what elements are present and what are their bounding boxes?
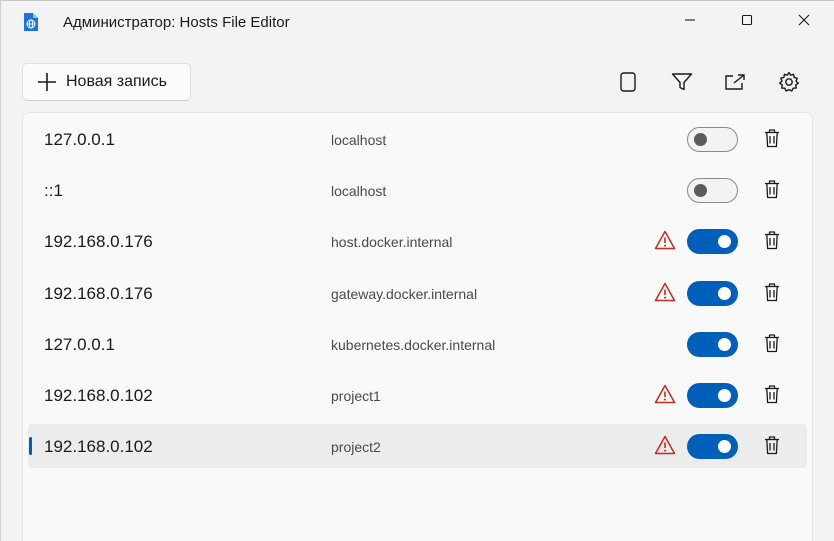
toggle-knob xyxy=(718,235,731,249)
entry-hosts: project2 xyxy=(331,439,381,456)
warning-icon[interactable] xyxy=(654,230,676,250)
trash-icon xyxy=(765,129,779,148)
minimize-button[interactable] xyxy=(667,0,713,40)
trash-icon xyxy=(765,436,779,455)
app-window: Администратор: Hosts File Editor Новая з… xyxy=(0,0,834,541)
filter-icon xyxy=(671,73,693,91)
open-external-icon xyxy=(725,74,745,90)
new-entry-label: Новая запись xyxy=(66,73,167,90)
entry-row[interactable]: ::1 localhost xyxy=(28,168,807,212)
entry-row[interactable]: 192.168.0.102 project2 xyxy=(28,424,807,469)
delete-entry-button[interactable] xyxy=(761,331,783,355)
entry-ip: ::1 xyxy=(44,181,63,201)
entry-enabled-toggle[interactable] xyxy=(687,331,738,357)
toggle-knob xyxy=(718,286,731,300)
entry-hosts: gateway.docker.internal xyxy=(331,285,478,302)
delete-entry-button[interactable] xyxy=(761,126,783,150)
trash-icon xyxy=(765,282,779,301)
entry-hosts: kubernetes.docker.internal xyxy=(331,336,496,353)
trash-icon xyxy=(765,334,779,352)
entry-ip: 192.168.0.176 xyxy=(44,283,153,303)
trash-icon xyxy=(765,231,779,250)
settings-gear-icon xyxy=(779,71,799,92)
warning-icon[interactable] xyxy=(654,435,676,455)
warning-icon[interactable] xyxy=(654,384,676,404)
toggle-knob xyxy=(694,184,707,198)
warning-icon[interactable] xyxy=(654,282,676,302)
additional-lines-button[interactable] xyxy=(612,66,644,98)
entry-hosts: localhost xyxy=(331,132,387,148)
maximize-icon xyxy=(741,14,753,26)
entry-enabled-toggle[interactable] xyxy=(687,434,738,460)
document-icon xyxy=(620,72,636,92)
entry-hosts: project1 xyxy=(331,388,381,404)
trash-icon xyxy=(765,385,779,404)
entry-row[interactable]: 127.0.0.1 localhost xyxy=(28,117,807,161)
entry-ip: 192.168.0.102 xyxy=(44,386,153,405)
entry-ip: 192.168.0.102 xyxy=(44,437,153,457)
filter-button[interactable] xyxy=(666,66,698,98)
trash-icon xyxy=(765,180,779,199)
close-icon xyxy=(798,14,810,26)
entry-ip: 127.0.0.1 xyxy=(44,334,115,354)
entry-enabled-toggle[interactable] xyxy=(687,383,738,408)
entry-row[interactable]: 192.168.0.176 gateway.docker.internal xyxy=(28,271,807,315)
toggle-knob xyxy=(718,440,731,454)
delete-entry-button[interactable] xyxy=(761,280,783,304)
entry-hosts: localhost xyxy=(331,183,387,200)
entry-row[interactable]: 127.0.0.1 kubernetes.docker.internal xyxy=(28,322,807,366)
window-title: Администратор: Hosts File Editor xyxy=(63,14,290,31)
delete-entry-button[interactable] xyxy=(761,382,783,406)
settings-button[interactable] xyxy=(773,66,805,98)
plus-icon xyxy=(38,73,56,91)
delete-entry-button[interactable] xyxy=(761,177,783,201)
entry-enabled-toggle[interactable] xyxy=(687,229,738,255)
minimize-icon xyxy=(685,19,695,21)
delete-entry-button[interactable] xyxy=(761,433,783,457)
entry-row[interactable]: 192.168.0.176 host.docker.internal xyxy=(28,219,807,263)
new-entry-button[interactable]: Новая запись xyxy=(22,63,191,101)
open-hosts-file-button[interactable] xyxy=(719,66,751,98)
entries-list: 127.0.0.1 localhost::1 localhost 192.168.0.… xyxy=(22,112,813,541)
entry-hosts: host.docker.internal xyxy=(331,234,453,251)
hosts-file-icon xyxy=(24,13,38,31)
close-button[interactable] xyxy=(781,0,827,40)
entry-enabled-toggle[interactable] xyxy=(687,178,738,204)
delete-entry-button[interactable] xyxy=(761,228,783,252)
toggle-knob xyxy=(694,133,707,146)
entry-ip: 192.168.0.176 xyxy=(44,232,153,252)
selection-indicator xyxy=(29,437,32,456)
title-bar[interactable]: Администратор: Hosts File Editor xyxy=(1,0,834,44)
maximize-button[interactable] xyxy=(724,0,770,40)
toggle-knob xyxy=(718,389,731,402)
entry-ip: 127.0.0.1 xyxy=(44,130,115,149)
entry-enabled-toggle[interactable] xyxy=(687,280,738,306)
entry-row[interactable]: 192.168.0.102 project1 xyxy=(28,373,807,417)
entry-enabled-toggle[interactable] xyxy=(687,127,738,152)
toggle-knob xyxy=(718,337,731,351)
